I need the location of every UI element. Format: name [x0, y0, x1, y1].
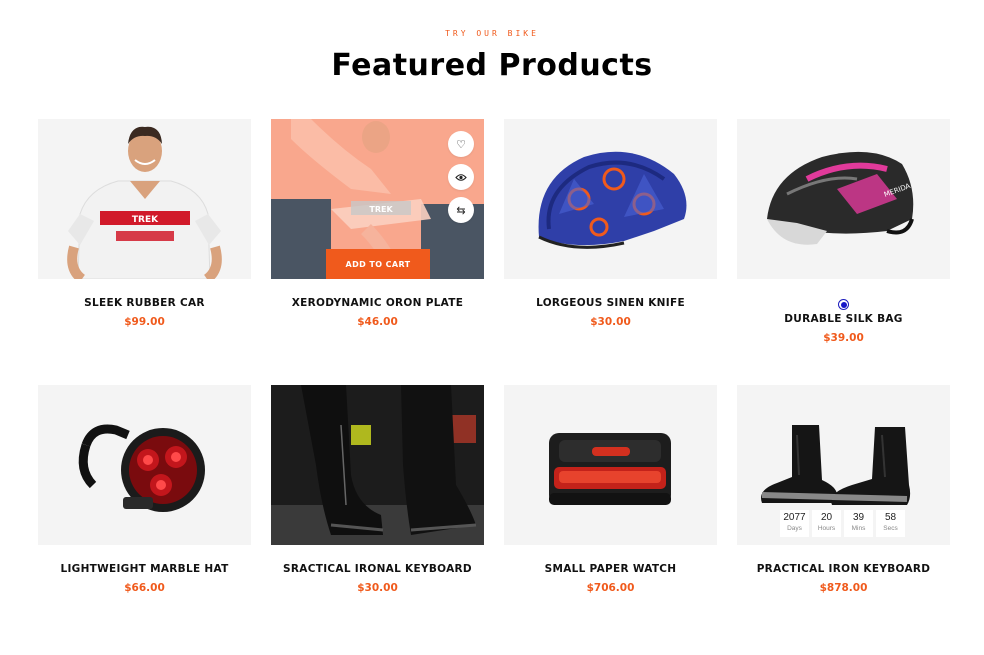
cyclist-shoe-covers-image [271, 385, 484, 545]
countdown-mins: 39 Mins [844, 510, 873, 537]
product-price: $878.00 [819, 582, 868, 594]
product-price: $30.00 [357, 582, 398, 594]
product-image[interactable]: 2077 Days 20 Hours 39 Mins 58 Secs [737, 385, 950, 545]
product-name[interactable]: SRACTICAL IRONAL KEYBOARD [271, 563, 484, 575]
sale-countdown: 2077 Days 20 Hours 39 Mins 58 Secs [780, 510, 905, 537]
countdown-days: 2077 Days [780, 510, 809, 537]
red-tail-light-image [549, 433, 671, 505]
compare-icon[interactable]: ⇆ [448, 197, 474, 223]
product-card[interactable]: SRACTICAL IRONAL KEYBOARD $30.00 [271, 385, 484, 594]
product-image[interactable] [504, 119, 717, 279]
countdown-secs: 58 Secs [876, 510, 905, 537]
product-card[interactable]: TREK SLEEK RUBBER CAR $99.00 [38, 119, 251, 328]
product-name[interactable]: DURABLE SILK BAG [737, 313, 950, 325]
product-image[interactable] [504, 385, 717, 545]
product-card[interactable]: LIGHTWEIGHT MARBLE HAT $66.00 [38, 385, 251, 594]
product-card[interactable]: 2077 Days 20 Hours 39 Mins 58 Secs PRACT… [737, 385, 950, 594]
svg-text:TREK: TREK [132, 215, 159, 225]
product-name[interactable]: LORGEOUS SINEN KNIFE [504, 297, 717, 309]
svg-text:TREK: TREK [369, 205, 393, 214]
product-name[interactable]: SMALL PAPER WATCH [504, 563, 717, 575]
product-name[interactable]: XERODYNAMIC ORON PLATE [271, 297, 484, 309]
product-card[interactable]: TREK ♡ ⇆ ADD TO CART XERODYNAMIC ORON PL… [271, 119, 484, 328]
blue-helmet-image [538, 151, 687, 249]
product-price: $30.00 [590, 316, 631, 328]
section-title: Featured Products [331, 48, 653, 83]
radio-indicator[interactable] [838, 299, 849, 310]
product-card[interactable]: LORGEOUS SINEN KNIFE $30.00 [504, 119, 717, 328]
product-price: $706.00 [586, 582, 635, 594]
product-image[interactable]: MERIDA [737, 119, 950, 279]
product-price: $66.00 [124, 582, 165, 594]
red-bike-light-image [78, 424, 205, 512]
heart-icon[interactable]: ♡ [448, 131, 474, 157]
product-price: $39.00 [823, 332, 864, 344]
product-card[interactable]: MERIDA DURABLE SILK BAG $39.00 [737, 119, 950, 344]
product-image[interactable] [38, 385, 251, 545]
product-price: $46.00 [357, 316, 398, 328]
section-eyebrow: TRY OUR BIKE [445, 29, 539, 38]
product-image[interactable]: TREK [38, 119, 251, 279]
product-card[interactable]: SMALL PAPER WATCH $706.00 [504, 385, 717, 594]
eye-icon[interactable] [448, 164, 474, 190]
add-to-cart-button[interactable]: ADD TO CART [326, 249, 430, 279]
product-image[interactable]: TREK ♡ ⇆ ADD TO CART [271, 119, 484, 279]
quick-actions: ♡ ⇆ [448, 131, 474, 230]
product-name[interactable]: SLEEK RUBBER CAR [38, 297, 251, 309]
countdown-hours: 20 Hours [812, 510, 841, 537]
product-price: $99.00 [124, 316, 165, 328]
product-name[interactable]: PRACTICAL IRON KEYBOARD [737, 563, 950, 575]
cycling-jersey-image: TREK [67, 126, 222, 279]
product-name[interactable]: LIGHTWEIGHT MARBLE HAT [38, 563, 251, 575]
product-grid: TREK SLEEK RUBBER CAR $99.00 TREK ♡ ⇆ AD… [38, 119, 951, 609]
black-pink-helmet-image: MERIDA [767, 151, 914, 245]
product-image[interactable] [271, 385, 484, 545]
